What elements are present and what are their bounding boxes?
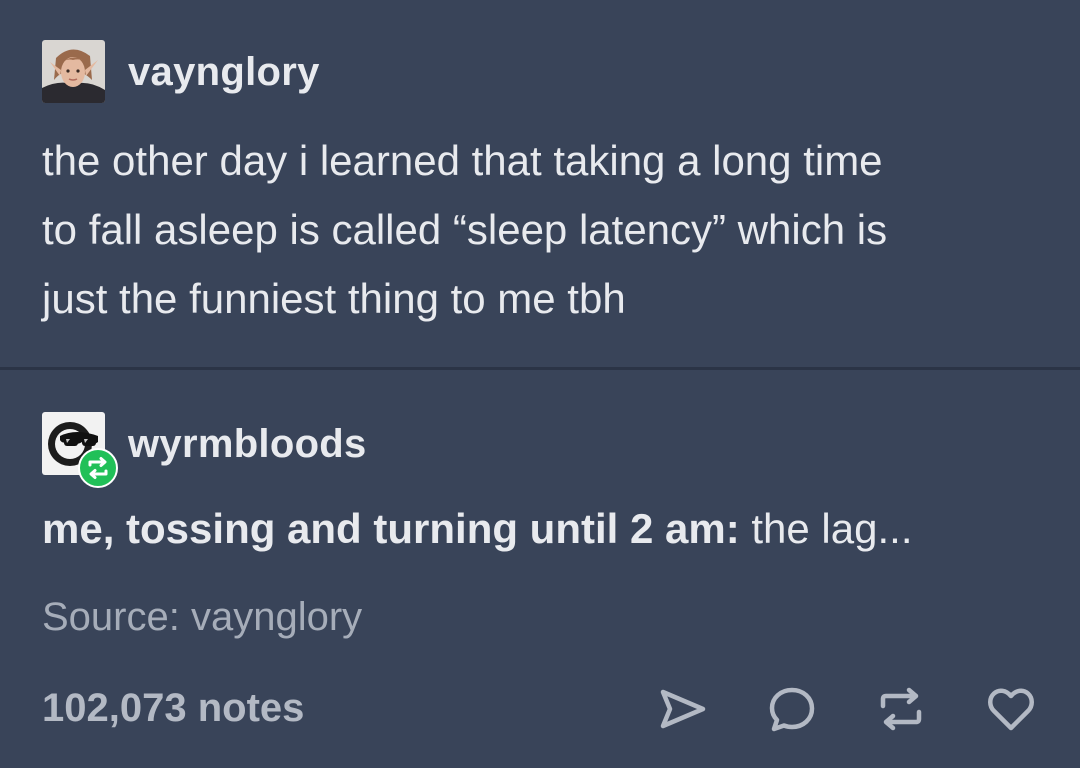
reply-regular-text: the lag... — [739, 505, 913, 552]
original-post-line: the other day i learned that taking a lo… — [42, 137, 883, 184]
avatar-portrait-icon — [42, 40, 105, 103]
reply-button[interactable] — [765, 682, 819, 736]
reblog-username[interactable]: wyrmbloods — [128, 422, 367, 467]
like-icon — [988, 688, 1034, 731]
reblog-divider — [0, 367, 1080, 370]
original-post-body: the other day i learned that taking a lo… — [42, 126, 1042, 333]
reblog-reply: me, tossing and turning until 2 am: the … — [42, 505, 912, 553]
share-button[interactable] — [655, 682, 709, 736]
share-icon — [660, 689, 706, 729]
vaynglory-avatar[interactable] — [42, 40, 105, 103]
notes-count[interactable]: 102,073 notes — [42, 686, 304, 731]
reblog-icon — [880, 687, 922, 731]
reblog-button[interactable] — [874, 682, 928, 736]
original-post-username[interactable]: vaynglory — [128, 50, 320, 95]
source-link[interactable]: Source: vaynglory — [42, 595, 362, 640]
reblog-icon — [88, 457, 108, 479]
like-button[interactable] — [984, 682, 1038, 736]
reblog-badge — [78, 448, 118, 488]
original-post-line: just the funniest thing to me tbh — [42, 275, 626, 322]
reply-icon — [769, 687, 815, 732]
original-post-line: to fall asleep is called “sleep latency”… — [42, 206, 888, 253]
reply-bold-text: me, tossing and turning until 2 am: — [42, 505, 740, 552]
